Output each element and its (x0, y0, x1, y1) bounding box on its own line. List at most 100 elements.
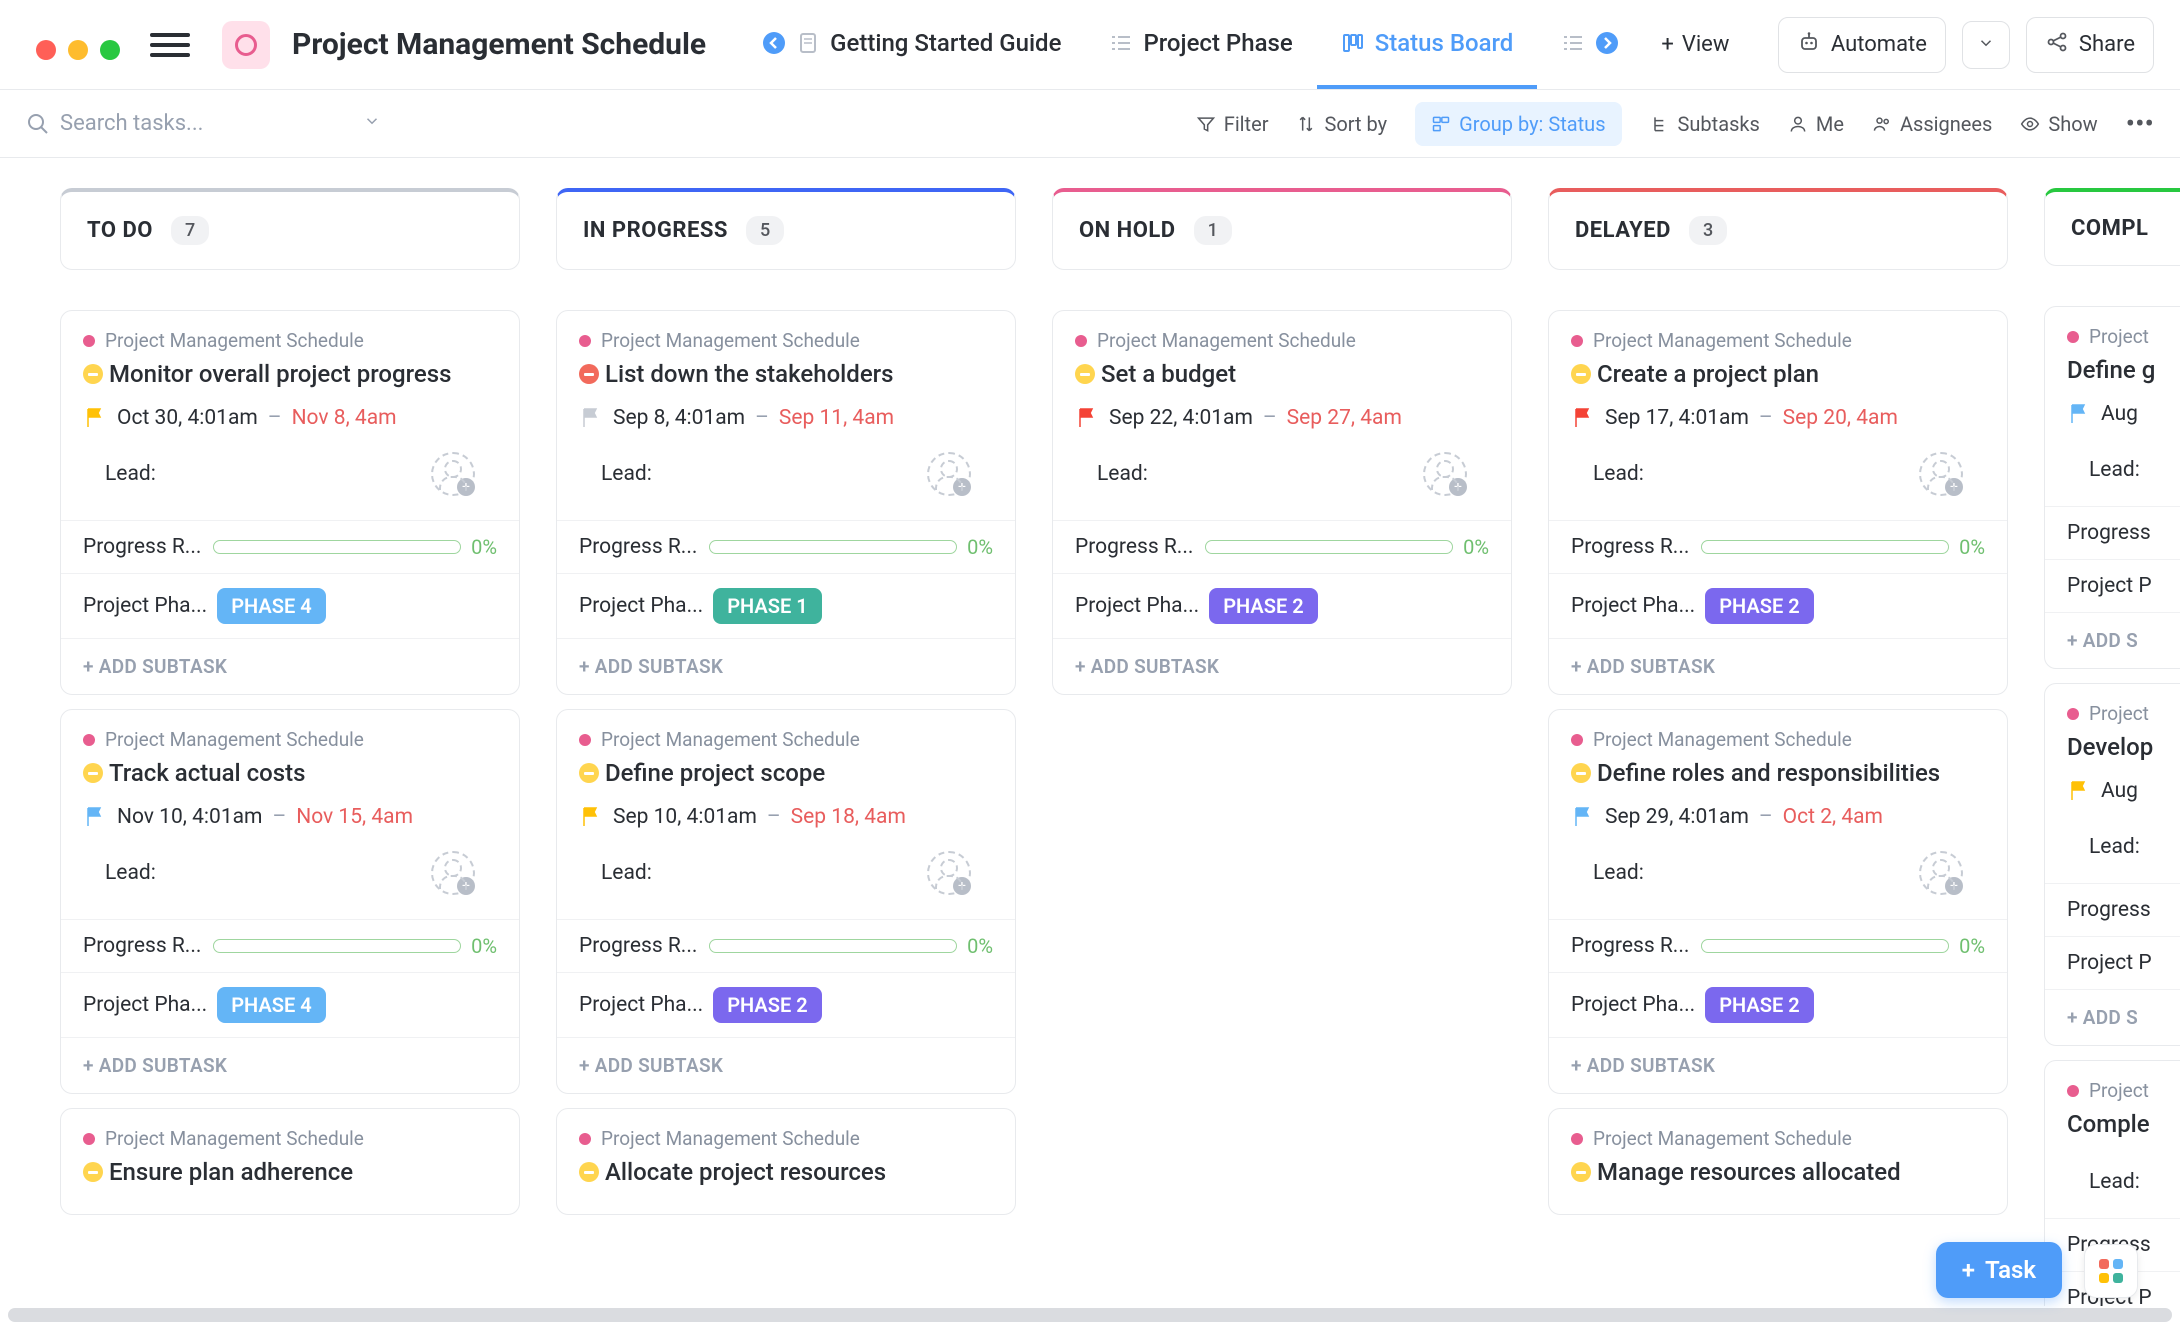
assignee-avatar[interactable]: + (1423, 452, 1467, 496)
new-task-button[interactable]: + Task (1936, 1242, 2062, 1298)
task-card[interactable]: Project Management ScheduleSet a budgetS… (1052, 310, 1512, 695)
minimize-window-icon[interactable] (68, 40, 88, 60)
add-subtask-button[interactable]: + ADD SUBTASK (61, 638, 519, 694)
window-traffic-lights[interactable] (36, 40, 120, 60)
task-card[interactable]: Project Management ScheduleDefine roles … (1548, 709, 2008, 1094)
search-input[interactable]: Search tasks... (26, 111, 381, 136)
add-subtask-button[interactable]: + ADD SUBTASK (557, 1037, 1015, 1093)
progress-bar[interactable] (1205, 540, 1453, 554)
task-label: Task (1985, 1256, 2036, 1284)
task-card[interactable]: ProjectDevelopAugLead:ProgressProject P+… (2044, 683, 2180, 1046)
assignee-avatar[interactable]: + (431, 851, 475, 895)
share-button[interactable]: Share (2026, 17, 2154, 73)
phase-pill[interactable]: PHASE 2 (1209, 588, 1317, 624)
me-button[interactable]: Me (1788, 112, 1844, 136)
add-subtask-button[interactable]: + ADD SUBTASK (61, 1037, 519, 1093)
apps-button[interactable] (2084, 1244, 2138, 1298)
task-card[interactable]: Project Management ScheduleTrack actual … (60, 709, 520, 1094)
status-dot-icon (83, 364, 103, 384)
horizontal-scrollbar[interactable] (8, 1308, 2172, 1322)
progress-bar[interactable] (709, 540, 957, 554)
menu-icon[interactable] (150, 25, 190, 65)
progress-bar[interactable] (1701, 540, 1949, 554)
lead-row: Lead: (2067, 821, 2180, 873)
assignees-button[interactable]: Assignees (1872, 112, 1992, 136)
subtasks-button[interactable]: Subtasks (1650, 112, 1760, 136)
list-dot-icon (83, 734, 95, 746)
column-count: 5 (746, 216, 784, 245)
tab-extra[interactable] (1537, 0, 1643, 89)
close-window-icon[interactable] (36, 40, 56, 60)
card-title: Set a budget (1075, 360, 1489, 388)
more-icon[interactable]: ••• (2126, 107, 2154, 140)
add-subtask-button[interactable]: + ADD SUBTASK (1053, 638, 1511, 694)
card-title: Ensure plan adherence (83, 1158, 497, 1186)
tab-label: Getting Started Guide (830, 29, 1061, 57)
tab-status-board[interactable]: Status Board (1317, 0, 1538, 89)
task-card[interactable]: Project Management ScheduleManage resour… (1548, 1108, 2008, 1215)
phase-pill[interactable]: PHASE 4 (217, 987, 325, 1023)
group-button[interactable]: Group by: Status (1415, 102, 1621, 146)
status-dot-icon (83, 763, 103, 783)
phase-pill[interactable]: PHASE 2 (1705, 987, 1813, 1023)
task-card[interactable]: Project Management ScheduleDefine projec… (556, 709, 1016, 1094)
automate-caret[interactable] (1962, 21, 2010, 69)
phase-pill[interactable]: PHASE 2 (713, 987, 821, 1023)
plus-icon: + (1661, 32, 1673, 57)
chevron-down-icon[interactable] (363, 111, 381, 136)
tab-project-phase[interactable]: Project Phase (1085, 0, 1316, 89)
add-subtask-button[interactable]: + ADD S (2045, 612, 2180, 668)
assignee-avatar[interactable]: + (927, 851, 971, 895)
column-header[interactable]: COMPL (2044, 188, 2180, 266)
filter-button[interactable]: Filter (1196, 112, 1269, 136)
progress-bar[interactable] (213, 939, 461, 953)
flag-icon (1571, 406, 1595, 430)
task-card[interactable]: Project Management ScheduleCreate a proj… (1548, 310, 2008, 695)
column-header[interactable]: TO DO7 (60, 188, 520, 270)
add-subtask-button[interactable]: + ADD SUBTASK (557, 638, 1015, 694)
list-dot-icon (83, 1133, 95, 1145)
column-header[interactable]: ON HOLD1 (1052, 188, 1512, 270)
forward-icon (1595, 31, 1619, 55)
column: ON HOLD1 Project Management ScheduleSet a… (1052, 188, 1512, 1306)
list-dot-icon (2067, 331, 2079, 343)
assignee-avatar[interactable]: + (1919, 452, 1963, 496)
progress-row: Progress R...0% (61, 919, 519, 972)
progress-bar[interactable] (1701, 939, 1949, 953)
task-card[interactable]: Project Management ScheduleAllocate proj… (556, 1108, 1016, 1215)
column-header[interactable]: IN PROGRESS5 (556, 188, 1016, 270)
phase-pill[interactable]: PHASE 1 (713, 588, 821, 624)
flag-icon (1571, 805, 1595, 829)
task-card[interactable]: Project Management ScheduleList down the… (556, 310, 1016, 695)
assignee-avatar[interactable]: + (431, 452, 475, 496)
add-view-button[interactable]: + View (1643, 32, 1747, 57)
show-button[interactable]: Show (2020, 112, 2097, 136)
search-icon (26, 112, 50, 136)
column-header[interactable]: DELAYED3 (1548, 188, 2008, 270)
progress-bar[interactable] (709, 939, 957, 953)
header: Project Management Schedule Getting Star… (0, 0, 2180, 90)
doc-icon[interactable] (222, 21, 270, 69)
list-dot-icon (1571, 734, 1583, 746)
phase-pill[interactable]: PHASE 4 (217, 588, 325, 624)
add-subtask-button[interactable]: + ADD SUBTASK (1549, 1037, 2007, 1093)
phase-row: Project Pha... PHASE 2 (557, 972, 1015, 1037)
task-card[interactable]: ProjectDefine gAugLead:ProgressProject P… (2044, 306, 2180, 669)
add-subtask-button[interactable]: + ADD SUBTASK (1549, 638, 2007, 694)
lead-label: Lead: (105, 861, 225, 885)
assignee-avatar[interactable]: + (927, 452, 971, 496)
sort-button[interactable]: Sort by (1296, 112, 1387, 136)
phase-pill[interactable]: PHASE 2 (1705, 588, 1813, 624)
task-card[interactable]: Project Management ScheduleEnsure plan a… (60, 1108, 520, 1215)
tab-getting-started[interactable]: Getting Started Guide (738, 0, 1085, 89)
task-card[interactable]: Project Management ScheduleMonitor overa… (60, 310, 520, 695)
board[interactable]: TO DO7 Project Management ScheduleMonitor… (0, 158, 2180, 1306)
assignee-avatar[interactable]: + (1919, 851, 1963, 895)
lead-label: Lead: (601, 462, 721, 486)
progress-bar[interactable] (213, 540, 461, 554)
maximize-window-icon[interactable] (100, 40, 120, 60)
progress-row: Progress R...0% (557, 919, 1015, 972)
add-subtask-button[interactable]: + ADD S (2045, 989, 2180, 1045)
automate-button[interactable]: Automate (1778, 17, 1946, 73)
phase-label: Project Pha... (579, 993, 703, 1017)
